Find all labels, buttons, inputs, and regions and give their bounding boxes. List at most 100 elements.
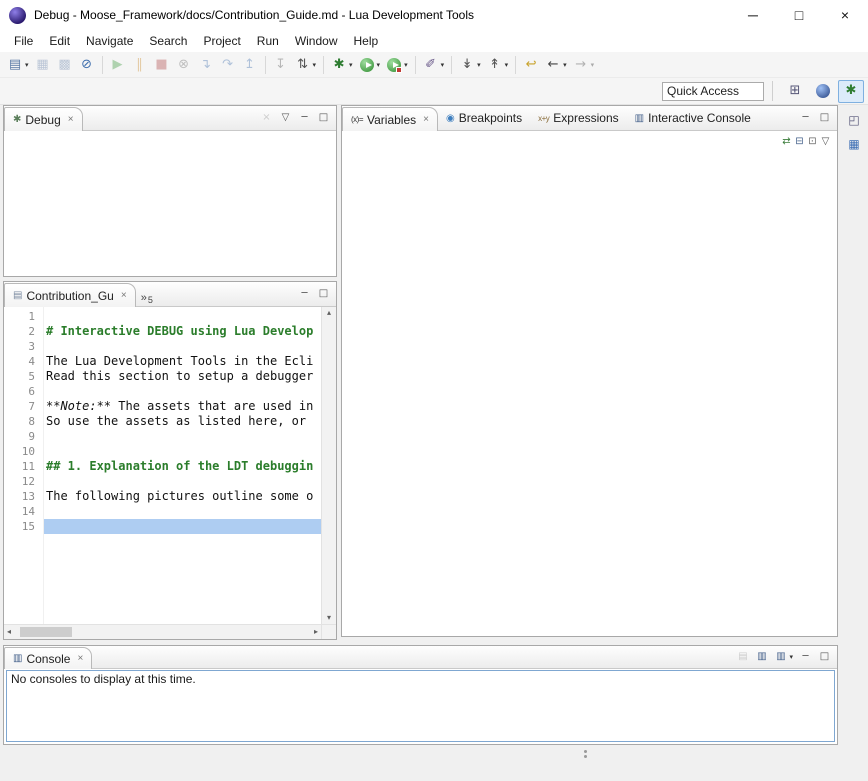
previous-annotation-button[interactable]: ↟▾ (485, 54, 511, 76)
dropdown-arrow-icon[interactable]: ▾ (404, 61, 408, 69)
open-perspective-button[interactable]: ⊞ (782, 80, 808, 103)
debug-button[interactable]: ✱▾ (329, 54, 355, 76)
console-minimize-button[interactable]: ─ (799, 648, 812, 666)
scroll-down-icon[interactable]: ▾ (327, 614, 331, 622)
external-tools-button[interactable]: ▾ (384, 54, 410, 76)
collapse-all-button[interactable]: ⊟ (793, 133, 806, 151)
restore-view-button[interactable]: ◰ (846, 111, 862, 129)
tab-variables[interactable]: (x)=Variables× (342, 107, 438, 131)
scrollbar-thumb[interactable] (20, 627, 72, 637)
toolbar-separator (102, 56, 103, 74)
code-line[interactable] (44, 519, 321, 534)
last-edit-location-button[interactable]: ↩ (521, 54, 541, 76)
console-maximize-button[interactable]: □ (818, 648, 831, 666)
maximize-view-icon[interactable]: □ (317, 286, 330, 302)
editor-vertical-scrollbar[interactable]: ▴ ▾ (321, 307, 336, 624)
editor-code-area[interactable]: # Interactive DEBUG using Lua Develop The… (44, 307, 321, 624)
console-message: No consoles to display at this time. (11, 672, 196, 686)
dropdown-arrow-icon[interactable]: ▾ (349, 61, 353, 69)
code-line[interactable]: The Lua Development Tools in the Ecli (44, 354, 321, 369)
run-button[interactable]: ▾ (357, 54, 383, 76)
code-line[interactable] (44, 309, 321, 324)
pin-view-button[interactable]: ⊡ (806, 133, 819, 151)
close-window-button[interactable]: × (822, 0, 868, 30)
dropdown-arrow-icon[interactable]: ▾ (25, 61, 29, 69)
minimize-window-button[interactable]: ─ (730, 0, 776, 30)
menu-window[interactable]: Window (287, 32, 346, 50)
dropdown-arrow-icon[interactable]: ▾ (505, 61, 509, 69)
next-annotation-button[interactable]: ↡▾ (457, 54, 483, 76)
close-tab-icon[interactable]: × (68, 114, 74, 125)
code-line[interactable]: ## 1. Explanation of the LDT debuggin (44, 459, 321, 474)
show-logical-structure-button[interactable]: ⇄ (780, 133, 793, 151)
console-output[interactable]: No consoles to display at this time. (6, 670, 835, 742)
drop-to-frame-icon: ↧ (273, 57, 289, 73)
dropdown-arrow-icon[interactable]: ▾ (789, 653, 793, 661)
dropdown-arrow-icon[interactable]: ▾ (377, 61, 381, 69)
search-button[interactable]: ✐▾ (421, 54, 447, 76)
code-line[interactable] (44, 429, 321, 444)
close-tab-icon[interactable]: × (77, 653, 83, 664)
use-step-filters-button[interactable]: ⇅▾ (293, 54, 319, 76)
debug-perspective-button[interactable]: ✱ (838, 80, 864, 103)
scroll-left-icon[interactable]: ◂ (7, 628, 11, 636)
dropdown-arrow-icon[interactable]: ▾ (441, 61, 445, 69)
debug-view-menu-button[interactable]: ▽ (279, 109, 292, 127)
tab-debug[interactable]: ✱ Debug × (4, 107, 83, 131)
debug-maximize-button[interactable]: □ (317, 109, 330, 127)
tab-interactive-console[interactable]: ▥Interactive Console (627, 106, 759, 130)
menu-help[interactable]: Help (346, 32, 387, 50)
menu-edit[interactable]: Edit (41, 32, 78, 50)
minimized-view-button[interactable]: ▦ (846, 135, 862, 153)
dropdown-arrow-icon[interactable]: ▾ (563, 61, 567, 69)
code-line[interactable]: Read this section to setup a debugger (44, 369, 321, 384)
menu-project[interactable]: Project (195, 32, 248, 50)
variables-window-controls: ─ □ (793, 106, 837, 130)
code-line[interactable]: # Interactive DEBUG using Lua Develop (44, 324, 321, 339)
step-over-icon: ↷ (220, 57, 236, 73)
close-tab-icon[interactable]: × (423, 114, 429, 125)
editor-tab-overflow[interactable]: » 5 (136, 292, 158, 306)
menu-run[interactable]: Run (249, 32, 287, 50)
scroll-right-icon[interactable]: ▸ (314, 628, 318, 636)
code-line[interactable] (44, 339, 321, 354)
console-icon: ▥ (13, 653, 22, 664)
toolbar-separator (323, 56, 324, 74)
code-line[interactable] (44, 504, 321, 519)
maximize-window-button[interactable]: □ (776, 0, 822, 30)
tab-expressions[interactable]: x+yExpressions (530, 106, 627, 130)
dropdown-arrow-icon[interactable]: ▾ (477, 61, 481, 69)
code-line[interactable] (44, 444, 321, 459)
expressions-icon: x+y (538, 114, 549, 123)
dropdown-arrow-icon[interactable]: ▾ (591, 61, 595, 69)
editor-horizontal-scrollbar[interactable]: ◂ ▸ (4, 625, 321, 639)
quick-access-input[interactable]: Quick Access (662, 82, 764, 101)
minimize-view-icon[interactable]: ─ (799, 110, 812, 126)
back-button[interactable]: ←▾ (543, 54, 569, 76)
code-line[interactable] (44, 474, 321, 489)
close-tab-icon[interactable]: × (121, 290, 127, 301)
code-line[interactable] (44, 384, 321, 399)
code-line[interactable]: The following pictures outline some o (44, 489, 321, 504)
display-console-button[interactable]: ▥ (755, 648, 768, 666)
new-button[interactable]: ▤▾ (5, 54, 31, 76)
code-line[interactable]: **Note:** The assets that are used in (44, 399, 321, 414)
skip-all-breakpoints-button[interactable]: ⊘ (77, 54, 97, 76)
menu-search[interactable]: Search (141, 32, 195, 50)
tab-breakpoints[interactable]: ◉Breakpoints (438, 106, 530, 130)
dropdown-arrow-icon[interactable]: ▾ (313, 61, 317, 69)
tab-editor-contribution-guide[interactable]: ▤ Contribution_Gu × (4, 283, 136, 307)
scroll-up-icon[interactable]: ▴ (327, 309, 331, 317)
open-console-button[interactable]: ▥▾ (774, 648, 793, 666)
debug-view-toolbar: ×▽─□ (254, 106, 336, 130)
menu-navigate[interactable]: Navigate (78, 32, 141, 50)
window-title: Debug - Moose_Framework/docs/Contributio… (34, 8, 474, 22)
code-line[interactable]: So use the assets as listed here, or (44, 414, 321, 429)
variables-view-menu-button[interactable]: ▽ (819, 133, 832, 151)
lua-perspective-button[interactable] (810, 80, 836, 103)
maximize-view-icon[interactable]: □ (818, 110, 831, 126)
tab-console[interactable]: ▥ Console × (4, 647, 92, 669)
menu-file[interactable]: File (6, 32, 41, 50)
debug-minimize-button[interactable]: ─ (298, 109, 311, 127)
minimize-view-icon[interactable]: ─ (298, 286, 311, 302)
